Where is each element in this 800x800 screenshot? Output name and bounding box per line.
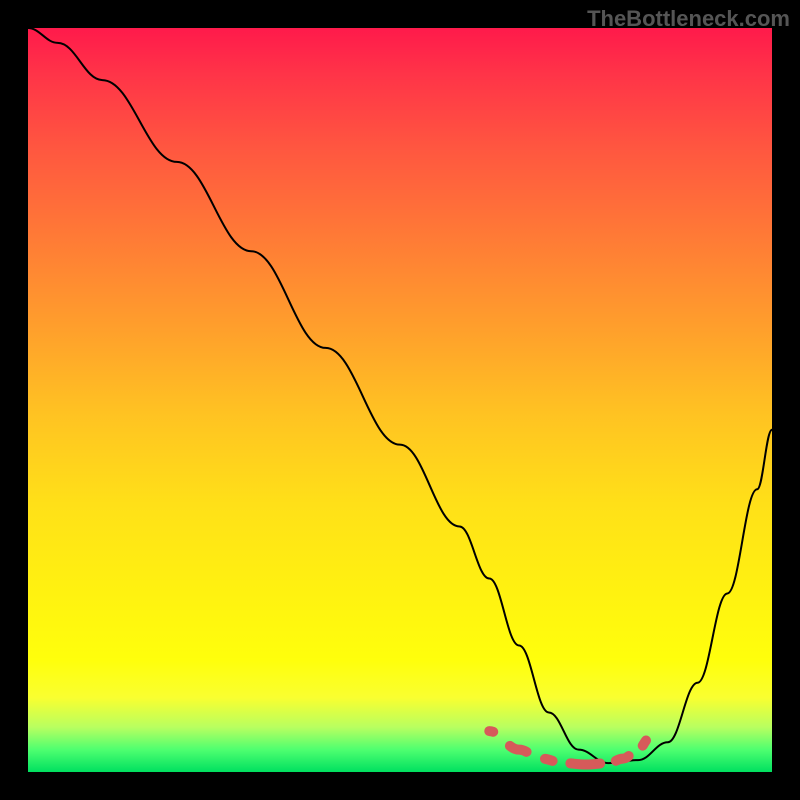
plot-background [28, 28, 772, 772]
watermark-text: TheBottleneck.com [587, 6, 790, 32]
chart-container: TheBottleneck.com [0, 0, 800, 800]
